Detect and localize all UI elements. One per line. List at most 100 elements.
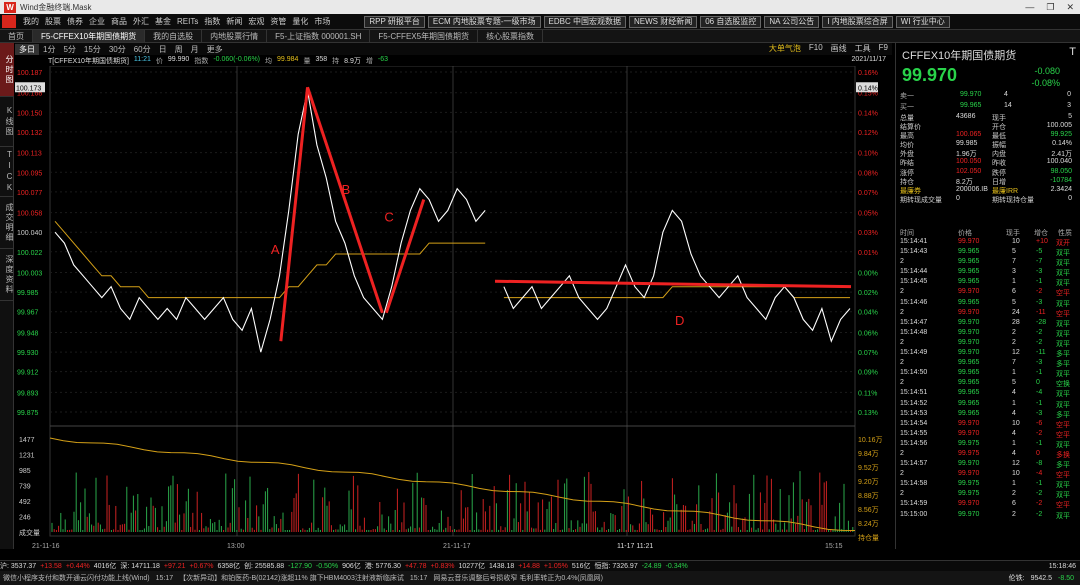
news-item[interactable]: 网易云音乐调整后号损收窄 毛利率转正为0.4%(凤凰网) [433,573,603,583]
menu-item-fx[interactable]: 外汇 [130,16,152,27]
bid-row[interactable]: 买一 99.965 14 3 [900,102,1075,111]
menu-item-quant[interactable]: 量化 [289,16,311,27]
draw-line-button[interactable]: 画线 [831,43,847,54]
news-item[interactable]: 15:17 [156,575,174,582]
chip-wi[interactable]: WI 行业中心 [895,15,950,28]
timeshare-chart[interactable]: 100.187100.168100.150100.132100.113100.0… [15,66,892,549]
chip-i[interactable]: I 内地股票综合屏 [822,15,893,28]
tab-core-index[interactable]: 核心股票指数 [478,30,544,42]
menu-item-index[interactable]: 指数 [201,16,223,27]
big-order-bubble-button[interactable]: 大单气泡 [769,43,801,54]
trade-row[interactable]: 15:14:49 99.970 12 -11 多平 [898,349,1076,359]
wind-menu-logo[interactable] [2,15,16,28]
menu-item-company[interactable]: 企业 [86,16,108,27]
trade-row[interactable]: 15:14:56 99.975 1 -1 双平 [898,440,1076,450]
trade-row[interactable]: 15:14:47 99.970 28 -28 双平 [898,319,1076,329]
menu-item-macro[interactable]: 宏观 [245,16,267,27]
menu-item-news[interactable]: 新闻 [223,16,245,27]
tab-cffex-10y[interactable]: F5-CFFEX10年期国债期货 [33,30,146,42]
period-more[interactable]: 更多 [203,44,227,55]
tools-button[interactable]: 工具 [855,43,871,54]
period-multiday[interactable]: 多日 [15,43,39,55]
period-1m[interactable]: 1分 [39,44,59,55]
period-month[interactable]: 月 [187,44,203,55]
period-30m[interactable]: 30分 [105,44,130,55]
trade-row[interactable]: 15:14:46 99.965 5 -3 双平 [898,299,1076,309]
period-week[interactable]: 周 [171,44,187,55]
menu-item-commodity[interactable]: 商品 [108,16,130,27]
trade-row[interactable]: 2 99.975 2 -2 双平 [898,490,1076,500]
menu-item-fund[interactable]: 基金 [152,16,174,27]
f10-button[interactable]: F10 [809,43,823,54]
news-ticker[interactable]: 微信小程序支付和数开通云闪付功能上线(Wind) 15:17 【次新异动】和铂医药-… [0,571,1080,585]
trade-row[interactable]: 2 99.975 4 0 多换 [898,450,1076,460]
menu-item-stocks[interactable]: 股票 [42,16,64,27]
trade-row[interactable]: 2 99.970 6 -2 空平 [898,288,1076,298]
news-item[interactable]: 【次新异动】和铂医药-B(02142)涨超11% 旗下HBM4003注射液新临床… [179,573,404,583]
trade-time: 15:14:55 [900,429,928,437]
tab-stock-quotes[interactable]: 内地股票行情 [202,30,268,42]
menu-item-market[interactable]: 市场 [311,16,333,27]
tab-home[interactable]: 首页 [0,30,33,42]
sidebar-item-depth[interactable]: 深度资料 [0,249,14,301]
period-15m[interactable]: 15分 [80,44,105,55]
trade-row[interactable]: 2 99.970 2 -2 双平 [898,339,1076,349]
trade-row[interactable]: 15:14:54 99.970 10 -6 空平 [898,420,1076,430]
stat-row: 涨停 102.050 跌停 98.050 [900,168,1076,177]
news-item[interactable]: 微信小程序支付和数开通云闪付功能上线(Wind) [3,573,150,583]
trade-row[interactable]: 15:14:57 99.970 12 -8 多平 [898,460,1076,470]
wind-logo: W [4,1,16,13]
trade-row[interactable]: 15:14:52 99.965 1 -1 双平 [898,400,1076,410]
trade-row[interactable]: 15:14:53 99.965 4 -3 多平 [898,410,1076,420]
trade-row[interactable]: 2 99.970 10 -4 空平 [898,470,1076,480]
trade-row[interactable]: 2 99.965 5 0 空换 [898,379,1076,389]
trade-row[interactable]: 15:14:41 99.970 10 +10 双开 [898,238,1076,248]
sidebar-item-tick[interactable]: TICK [0,147,14,197]
chip-06[interactable]: 06 自选股监控 [700,15,762,28]
vol-tick-label: 1477 [19,437,35,444]
sidebar-item-kline[interactable]: K线图 [0,97,14,147]
trade-row[interactable]: 15:14:50 99.965 1 -1 双平 [898,369,1076,379]
chip-na[interactable]: NA 公司公告 [764,15,820,28]
trade-row[interactable]: 15:14:43 99.965 5 -5 双平 [898,248,1076,258]
minimize-icon[interactable]: — [1025,2,1034,12]
sidebar-item-timeshare[interactable]: 分时图 [0,43,14,97]
trade-row[interactable]: 15:14:48 99.970 2 -2 双平 [898,329,1076,339]
news-item[interactable]: 15:17 [410,575,428,582]
tab-cffex-5y[interactable]: F5-CFFEX5年期国债期货 [370,30,479,42]
trade-row[interactable]: 15:14:51 99.965 4 -4 双平 [898,389,1076,399]
trade-header-price: 价格 [958,230,972,237]
chip-news[interactable]: NEWS 财经新闻 [629,15,698,28]
trade-row[interactable]: 2 99.970 24 -11 空平 [898,309,1076,319]
menu-item-bonds[interactable]: 债券 [64,16,86,27]
tab-sse-index[interactable]: F5-上证指数 000001.SH [267,30,371,42]
trade-row[interactable]: 15:14:59 99.970 6 -2 空平 [898,500,1076,510]
close-icon[interactable]: ✕ [1066,2,1074,13]
quote-panel: CFFEX10年期国债期货 T 99.970 -0.080 -0.08% 卖一 … [895,43,1080,549]
menu-item-reits[interactable]: REITs [174,17,201,26]
sidebar-item-trades[interactable]: 成交明细 [0,197,14,249]
trade-size: 2 [1012,510,1016,518]
ask-row[interactable]: 卖一 99.970 4 0 [900,91,1075,100]
period-5m[interactable]: 5分 [59,44,79,55]
trade-row[interactable]: 2 99.965 7 -3 多平 [898,359,1076,369]
trade-row[interactable]: 15:14:55 99.970 4 -2 空平 [898,430,1076,440]
tab-watchlist[interactable]: 我的自选股 [145,30,203,42]
x-tick-label: 11-17 11:21 [617,543,653,549]
trade-row[interactable]: 2 99.965 7 -7 双平 [898,258,1076,268]
maximize-icon[interactable]: ❐ [1046,2,1054,13]
chip-rpp[interactable]: RPP 研报平台 [364,15,425,28]
chip-ecm[interactable]: ECM 内地股票专题-一级市场 [427,15,541,28]
trade-row[interactable]: 15:14:45 99.965 1 -1 双平 [898,278,1076,288]
trade-row[interactable]: 15:14:58 99.975 1 -1 双平 [898,480,1076,490]
chip-edbc[interactable]: EDBC 中国宏观数据 [543,15,626,28]
menu-item-asset[interactable]: 资管 [267,16,289,27]
market-index-value: +14.88 [518,562,540,570]
menu-item-mine[interactable]: 我的 [20,16,42,27]
trade-row[interactable]: 15:15:00 99.970 2 -2 双平 [898,511,1076,521]
trade-row[interactable]: 15:14:44 99.965 3 -3 双平 [898,268,1076,278]
period-day[interactable]: 日 [155,44,171,55]
trade-time: 2 [900,288,904,296]
period-60m[interactable]: 60分 [130,44,155,55]
f9-button[interactable]: F9 [879,43,888,54]
